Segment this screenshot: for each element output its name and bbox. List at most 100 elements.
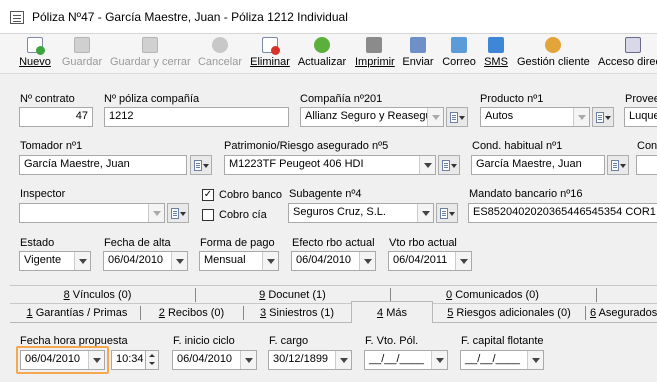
tab-vinculos[interactable]: 8 Vínculos (0) (0, 287, 195, 304)
list-icon (440, 208, 448, 219)
inicio-date-picker[interactable]: 06/04/2010 (172, 350, 257, 370)
chevron-down-icon (240, 351, 256, 369)
cancelar-button[interactable]: Cancelar (197, 37, 243, 73)
tab-row-divider (10, 303, 657, 304)
caret-down-icon (180, 212, 186, 216)
correo-button[interactable]: Correo (442, 37, 476, 73)
caret-down-icon (620, 164, 626, 168)
vto-label: Vto rbo actual (389, 237, 457, 249)
window-app-icon (10, 11, 24, 24)
vto-date-picker[interactable]: 06/04/2011 (388, 251, 472, 271)
poliza-field[interactable]: 1212 (104, 107, 289, 127)
chevron-down-icon (88, 351, 104, 369)
cargo-date-picker[interactable]: 30/12/1899 (268, 350, 352, 370)
vto-pol-date-picker[interactable]: __/__/____ (364, 350, 448, 370)
list-icon (171, 208, 179, 219)
cobro-cia-checkbox[interactable] (202, 209, 214, 221)
sms-icon (488, 37, 504, 53)
tab-divider (596, 288, 597, 302)
tab-garantias[interactable]: 1 Garantías / Primas (14, 305, 140, 322)
caret-down-icon (203, 164, 209, 168)
gestion-cliente-button[interactable]: Gestión cliente (517, 37, 590, 73)
contrato-field[interactable]: 47 (19, 107, 93, 127)
tab-riesgos[interactable]: 5 Riesgos adicionales (0) (433, 305, 585, 322)
cobro-banco-checkbox[interactable]: ✓ (202, 189, 214, 201)
pago-combo[interactable]: Mensual (199, 251, 279, 271)
estado-label: Estado (20, 237, 55, 249)
alta-label: Fecha de alta (104, 237, 171, 249)
efecto-label: Efecto rbo actual (292, 237, 375, 249)
mandato-field[interactable]: ES85204020203654465453​54 COR1 (468, 203, 657, 223)
save-close-icon (142, 37, 158, 53)
tab-siniestros[interactable]: 3 Siniestros (1) (243, 305, 351, 322)
shortcut-icon (625, 37, 641, 53)
tab-panel-border (433, 322, 657, 323)
contrato-label: Nº contrato (20, 93, 75, 105)
chevron-down-icon (527, 351, 543, 369)
caret-down-icon (451, 164, 457, 168)
printer-icon (366, 37, 382, 53)
tab-divider (585, 306, 586, 320)
tab-recibos[interactable]: 2 Recibos (0) (140, 305, 243, 322)
tab-mas[interactable]: 4 Más (351, 301, 433, 323)
propuesta-date-picker[interactable]: 06/04/2010 (20, 350, 105, 370)
compania-lookup-button[interactable] (446, 107, 468, 127)
enviar-button[interactable]: Enviar (401, 37, 435, 73)
tomador-lookup-button[interactable] (190, 155, 212, 175)
compania-label: Compañía nº201 (300, 93, 383, 105)
producto-label: Producto nº1 (480, 93, 544, 105)
inspector-combo[interactable] (19, 203, 165, 223)
acceso-directo-button[interactable]: Acceso direc (598, 37, 657, 73)
tab-panel-border (10, 322, 351, 323)
inspector-lookup-button[interactable] (167, 203, 189, 223)
estado-combo[interactable]: Vigente (19, 251, 91, 271)
producto-combo[interactable]: Autos (480, 107, 590, 127)
nuevo-button[interactable]: Nuevo (18, 37, 52, 73)
conductor-field[interactable]: García Maestre, Juan (471, 155, 605, 175)
cobro-cia-label: Cobro cía (219, 209, 267, 221)
list-icon (194, 160, 202, 171)
vto-pol-label: F. Vto. Pól. (365, 335, 419, 347)
cond2-label: Cond (637, 140, 657, 152)
chevron-down-icon (427, 108, 443, 126)
patrimonio-label: Patrimonio/Riesgo asegurado nº5 (224, 140, 389, 152)
client-icon (545, 37, 561, 53)
subagente-label: Subagente nº4 (289, 188, 362, 200)
cond2-field[interactable] (636, 155, 657, 175)
subagente-combo[interactable]: Seguros Cruz, S.L. (288, 203, 434, 223)
efecto-date-picker[interactable]: 06/04/2010 (291, 251, 376, 271)
patrimonio-lookup-button[interactable] (438, 155, 460, 175)
eliminar-button[interactable]: Eliminar (250, 37, 290, 73)
time-spinner[interactable] (145, 350, 159, 370)
compania-combo[interactable]: Allianz Seguro y Reasegu (300, 107, 444, 127)
sms-button[interactable]: SMS (483, 37, 509, 73)
tab-asegurados[interactable]: 6 Asegurados (590, 305, 657, 322)
chevron-down-icon (171, 252, 187, 270)
conductor-label: Cond. habitual nº1 (472, 140, 563, 152)
mail-icon (451, 37, 467, 53)
window-title: Póliza Nº47 - García Maestre, Juan - Pól… (32, 10, 348, 24)
producto-lookup-button[interactable] (592, 107, 614, 127)
caret-down-icon (459, 116, 465, 120)
poliza-label: Nº póliza compañía (104, 93, 200, 105)
tomador-field[interactable]: García Maestre, Juan (19, 155, 187, 175)
conductor-lookup-button[interactable] (607, 155, 629, 175)
send-icon (410, 37, 426, 53)
cobro-banco-label: Cobro banco (219, 189, 282, 201)
toolbar: Nuevo Guardar Guardar y cerrar Cancelar … (0, 34, 657, 74)
title-bar: Póliza Nº47 - García Maestre, Juan - Pól… (0, 0, 657, 34)
chevron-down-icon (74, 252, 90, 270)
actualizar-button[interactable]: Actualizar (297, 37, 347, 73)
propuesta-time-field[interactable]: 10:34 (111, 350, 146, 370)
chevron-down-icon (455, 252, 471, 270)
imprimir-button[interactable]: Imprimir (355, 37, 395, 73)
subagente-lookup-button[interactable] (436, 203, 458, 223)
list-icon (596, 112, 604, 123)
patrimonio-combo[interactable]: M1223TF Peugeot 406 HDI (224, 155, 436, 175)
proveedor-field[interactable]: Luque (624, 107, 657, 127)
guardar-cerrar-button[interactable]: Guardar y cerrar (110, 37, 191, 73)
flotante-date-picker[interactable]: __/__/____ (460, 350, 544, 370)
chevron-down-icon (262, 252, 278, 270)
guardar-button[interactable]: Guardar (61, 37, 103, 73)
alta-date-picker[interactable]: 06/04/2010 (103, 251, 188, 271)
